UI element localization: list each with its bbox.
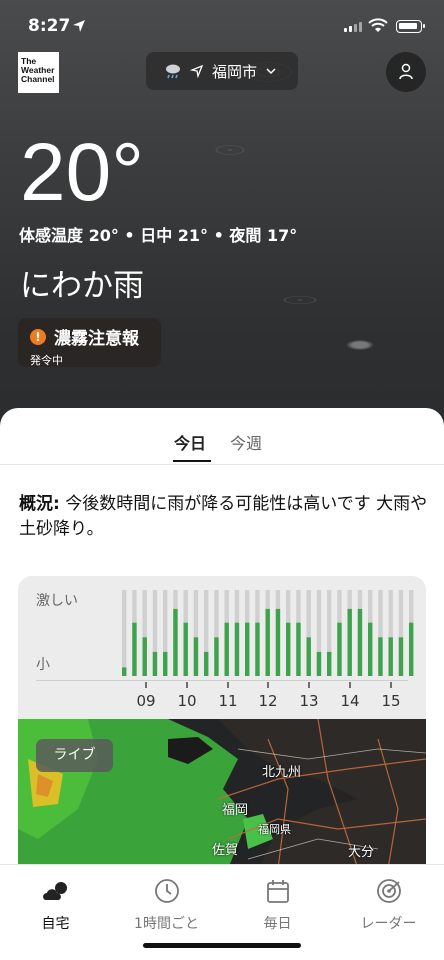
calendar-icon (266, 880, 289, 903)
current-temperature: 20° (20, 127, 145, 218)
tab-week[interactable]: 今週 (230, 430, 262, 454)
precipitation-bar (132, 622, 137, 676)
precipitation-bar (409, 622, 414, 676)
x-tick-label: 10 (177, 692, 196, 710)
bar-track (122, 590, 127, 676)
precipitation-bar (204, 651, 209, 676)
precipitation-bar (214, 637, 219, 676)
precipitation-bar (193, 637, 199, 676)
clock-icon (154, 879, 179, 903)
location-name: 福岡市 (212, 62, 258, 81)
weather-channel-logo[interactable]: The Weather Channel (18, 52, 59, 93)
map-city-label: 佐賀 (212, 843, 239, 858)
precipitation-bar (337, 622, 342, 676)
summary-label: 概況: (19, 494, 60, 514)
precipitation-bar (306, 637, 311, 676)
nav-daily[interactable]: 毎日 (222, 877, 333, 933)
forecast-summary: 概況: 今後数時間に雨が降る可能性は高いです 大雨や土砂降り。 (19, 492, 429, 542)
alert-title: 濃霧注意報 (54, 329, 139, 349)
weather-alert-card[interactable]: ! 濃霧注意報 発令中 (18, 318, 161, 367)
x-tick-label: 11 (218, 692, 237, 710)
logo-text: Channel (21, 74, 55, 84)
precipitation-bar (245, 622, 250, 676)
precipitation-bar (368, 622, 373, 676)
nav-daily-label: 毎日 (263, 916, 292, 932)
alert-status: 発令中 (30, 354, 63, 367)
nav-home[interactable]: 自宅 (0, 877, 111, 933)
precipitation-bar (357, 608, 363, 676)
precipitation-bar (378, 637, 383, 676)
precipitation-bar (224, 622, 229, 676)
nav-hourly-label: 1時間ごと (134, 916, 199, 932)
status-bar: 8:27 (0, 14, 444, 42)
profile-button[interactable] (386, 52, 426, 92)
precipitation-bar (286, 622, 291, 676)
map-city-label: 福岡県 (258, 823, 291, 836)
precipitation-bar (152, 651, 158, 676)
radar-icon (376, 879, 401, 903)
current-condition: にわか雨 (20, 268, 144, 304)
map-city-label: 福岡 (222, 803, 249, 818)
precipitation-bar (296, 622, 301, 676)
map-city-label: 大分 (348, 845, 375, 860)
precipitation-bar (316, 651, 322, 676)
alert-icon: ! (30, 328, 46, 345)
home-indicator (143, 943, 301, 948)
feels-like-line: 体感温度 20° • 日中 21° • 夜間 17° (19, 226, 298, 245)
rain-cloud-icon (166, 64, 180, 79)
precipitation-bar (163, 651, 168, 676)
x-tick-label: 13 (299, 692, 318, 710)
map-city-label: 北九州 (262, 765, 302, 780)
nav-radar[interactable]: レーダー (333, 877, 444, 933)
precipitation-bar (398, 637, 404, 676)
precipitation-bar (234, 622, 240, 676)
precipitation-bars: 09 10 11 12 13 14 15 (122, 590, 414, 710)
x-tick-label: 12 (258, 692, 277, 710)
precipitation-bar (183, 622, 188, 676)
x-tick-label: 09 (136, 692, 155, 710)
status-time: 8:27 (28, 16, 71, 36)
chevron-down-icon (266, 68, 276, 75)
precipitation-bar (265, 608, 270, 676)
divider (0, 464, 444, 465)
radar-map[interactable]: ライブ 北九州 福岡 福岡県 佐賀 大分 (18, 719, 426, 869)
live-badge[interactable]: ライブ (36, 739, 113, 772)
location-arrow-icon (73, 20, 85, 32)
person-icon (399, 63, 413, 80)
nav-radar-label: レーダー (360, 916, 417, 932)
nav-home-label: 自宅 (41, 916, 70, 932)
battery-icon (396, 20, 425, 33)
nav-hourly[interactable]: 1時間ごと (111, 877, 222, 933)
signal-icon (344, 22, 362, 32)
precipitation-bar (122, 667, 127, 676)
precipitation-bar (275, 608, 281, 676)
x-tick-label: 15 (381, 692, 400, 710)
precipitation-bar (327, 651, 332, 676)
precipitation-bar (173, 608, 178, 676)
tab-today[interactable]: 今日 (174, 430, 206, 454)
precipitation-bar (142, 637, 147, 676)
forecast-tabs: 今日 今週 (0, 430, 444, 464)
precipitation-chart[interactable]: 激しい 小 09 10 11 12 13 14 15 (18, 576, 426, 720)
location-selector[interactable]: 福岡市 (146, 52, 298, 90)
precipitation-bar (255, 622, 260, 676)
active-tab-indicator (173, 460, 211, 462)
precipitation-bar (388, 637, 393, 676)
x-tick-label: 14 (340, 692, 359, 710)
wifi-icon (368, 18, 388, 32)
home-weather-icon (42, 882, 67, 900)
precipitation-bar (347, 608, 352, 676)
location-arrow-icon (190, 64, 204, 78)
summary-text: 今後数時間に雨が降る可能性は高いです 大雨や土砂降り。 (19, 494, 428, 539)
